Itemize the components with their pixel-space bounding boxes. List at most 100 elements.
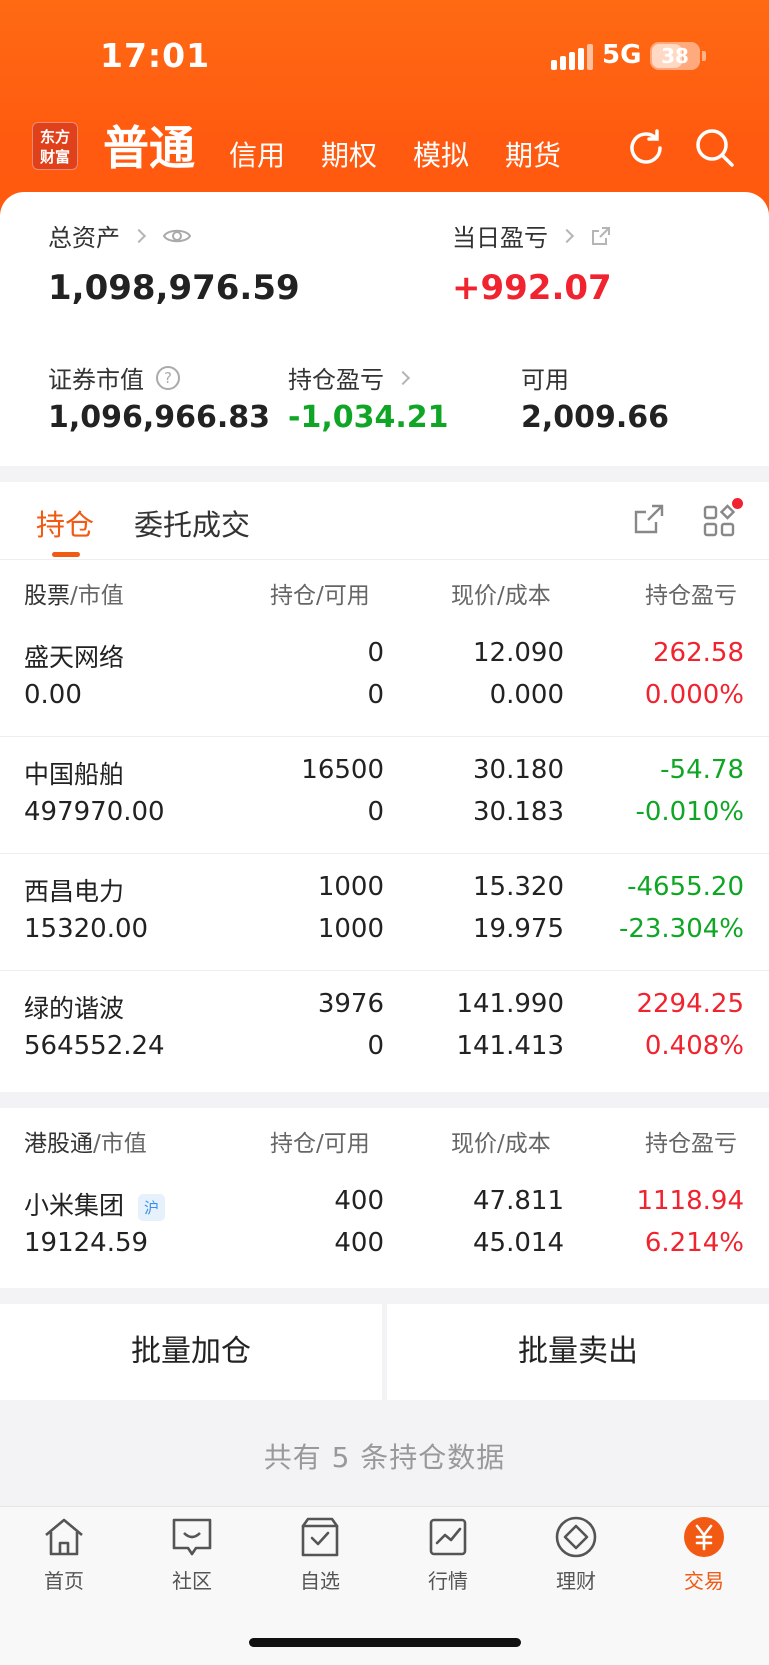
signal-icon (551, 44, 593, 70)
stock-cost: 30.183 (473, 797, 564, 827)
refresh-icon[interactable] (624, 126, 668, 170)
market-badge: 沪 (138, 1193, 166, 1221)
daily-pnl-label[interactable]: 当日盈亏 (452, 218, 612, 253)
stock-cost: 141.413 (456, 1031, 564, 1061)
batch-add-button[interactable]: 批量加仓 (0, 1304, 382, 1400)
stock-market-value: 497970.00 (24, 797, 165, 827)
tabbar-home[interactable]: 首页 (0, 1507, 128, 1607)
stock-price: 30.180 (473, 755, 564, 785)
available-label: 可用 (521, 366, 569, 394)
battery-level: 38 (661, 44, 689, 68)
stock-market-value: 19124.59 (24, 1228, 149, 1258)
batch-action-bar: 批量加仓 批量卖出 (0, 1304, 769, 1400)
stock-pnl-pct: 0.000% (644, 680, 744, 710)
daily-pnl-value: +992.07 (452, 268, 612, 308)
stock-price: 47.811 (473, 1186, 564, 1216)
tab-simulation[interactable]: 模拟 (413, 134, 469, 178)
stock-pnl-pct: 0.408% (644, 1031, 744, 1061)
tabbar-market[interactable]: 行情 (384, 1507, 512, 1607)
asset-summary: 总资产 1,098,976.59 当日盈亏 +992.07 证券市值 ? 1,0… (0, 192, 769, 466)
holding-row[interactable]: 西昌电力 15320.00 1000 1000 15.320 19.975 -4655.20… (0, 854, 769, 971)
stock-holding: 1000 (317, 872, 384, 902)
tab-futures[interactable]: 期货 (505, 134, 561, 178)
stock-available: 400 (334, 1228, 384, 1258)
stock-name: 西昌电力 (24, 877, 125, 906)
watchlist-icon (301, 1517, 339, 1557)
col-hk-price-cost: 现价/成本 (451, 1131, 551, 1157)
positions-panel: 持仓 委托成交 股票/市值 持仓/可用 现价/成本 持仓盈亏 盛天网络 0.00 0… (0, 482, 769, 1092)
export-icon[interactable] (632, 502, 666, 536)
diamond-icon (555, 1516, 597, 1558)
help-icon[interactable]: ? (156, 365, 180, 390)
tab-credit[interactable]: 信用 (229, 134, 285, 178)
holding-row[interactable]: 中国船舶 497970.00 16500 0 30.180 30.183 -54.78 -0.… (0, 737, 769, 854)
network-label: 5G (602, 40, 642, 70)
col-hk-pnl: 持仓盈亏 (645, 1131, 737, 1157)
position-pnl-label[interactable]: 持仓盈亏 (288, 360, 411, 395)
holding-row[interactable]: 绿的谐波 564552.24 3976 0 141.990 141.413 2294.25 0… (0, 971, 769, 1088)
total-assets-label[interactable]: 总资产 (48, 218, 192, 253)
home-icon (45, 1518, 83, 1556)
search-icon[interactable] (693, 126, 737, 170)
tabbar-watchlist[interactable]: 自选 (256, 1507, 384, 1607)
market-value-label: 证券市值 ? (48, 360, 180, 395)
status-time: 17:01 (100, 36, 211, 75)
col-hk-hold-avail: 持仓/可用 (270, 1131, 370, 1157)
hk-column-header: 港股通/市值 持仓/可用 现价/成本 持仓盈亏 (0, 1108, 769, 1168)
stock-pnl: 2294.25 (636, 989, 744, 1019)
eye-icon[interactable] (162, 226, 192, 246)
holding-row[interactable]: 盛天网络 0.00 0 0 12.090 0.000 262.58 0.000% (0, 620, 769, 737)
position-pnl-value: -1,034.21 (288, 400, 449, 435)
stock-available: 0 (367, 797, 384, 827)
col-hold-avail: 持仓/可用 (270, 583, 370, 609)
total-assets-value: 1,098,976.59 (48, 268, 300, 308)
stock-market-value: 0.00 (24, 680, 82, 710)
market-value: 1,096,966.83 (48, 400, 271, 435)
col-pnl: 持仓盈亏 (645, 583, 737, 609)
col-stock-mv: 股票/市值 (24, 583, 124, 609)
stock-cost: 0.000 (489, 680, 564, 710)
stock-market-value: 564552.24 (24, 1031, 165, 1061)
stock-pnl: -54.78 (660, 755, 744, 785)
stock-pnl-pct: -23.304% (618, 914, 744, 944)
stock-pnl-pct: 6.214% (644, 1228, 744, 1258)
stock-available: 0 (367, 1031, 384, 1061)
available-value: 2,009.66 (521, 400, 670, 435)
app-logo: 东方 财富 (32, 122, 78, 170)
stock-holding: 0 (367, 638, 384, 668)
chart-icon (429, 1518, 467, 1556)
hk-connect-panel: 港股通/市值 持仓/可用 现价/成本 持仓盈亏 小米集团沪 19124.59 400… (0, 1108, 769, 1288)
tab-orders[interactable]: 委托成交 (134, 502, 250, 544)
stock-name: 中国船舶 (24, 760, 125, 789)
tab-normal[interactable]: 普通 (103, 112, 195, 178)
home-indicator (249, 1638, 521, 1647)
stock-pnl: 262.58 (653, 638, 744, 668)
stock-holding: 16500 (301, 755, 384, 785)
grid-menu-icon[interactable] (702, 504, 736, 538)
account-type-tabs: 普通 信用 期权 模拟 期货 (103, 118, 597, 178)
tab-options[interactable]: 期权 (321, 134, 377, 178)
col-price-cost: 现价/成本 (451, 583, 551, 609)
stock-cost: 19.975 (473, 914, 564, 944)
status-bar: 17:01 5G 38 (0, 0, 769, 110)
share-icon[interactable] (590, 225, 612, 247)
holding-row[interactable]: 小米集团沪 19124.59 400 400 47.811 45.014 1118.94 6.… (0, 1168, 769, 1285)
battery-icon: 38 (650, 42, 700, 70)
stock-pnl: 1118.94 (636, 1186, 744, 1216)
yuan-icon (684, 1517, 724, 1557)
tabbar-trade[interactable]: 交易 (640, 1507, 768, 1607)
tab-holdings[interactable]: 持仓 (36, 502, 94, 544)
tabbar-community[interactable]: 社区 (128, 1507, 256, 1607)
chevron-right-icon (559, 228, 575, 243)
col-hk-stock-mv: 港股通/市值 (24, 1131, 147, 1157)
chevron-right-icon (131, 228, 147, 243)
stock-price: 12.090 (473, 638, 564, 668)
stock-cost: 45.014 (473, 1228, 564, 1258)
stock-name: 盛天网络 (24, 643, 125, 672)
stock-pnl: -4655.20 (627, 872, 744, 902)
battery-tip (702, 51, 706, 61)
tabbar-wealth[interactable]: 理财 (512, 1507, 640, 1607)
stock-pnl-pct: -0.010% (635, 797, 744, 827)
stock-name: 小米集团沪 (24, 1186, 166, 1222)
batch-sell-button[interactable]: 批量卖出 (387, 1304, 769, 1400)
